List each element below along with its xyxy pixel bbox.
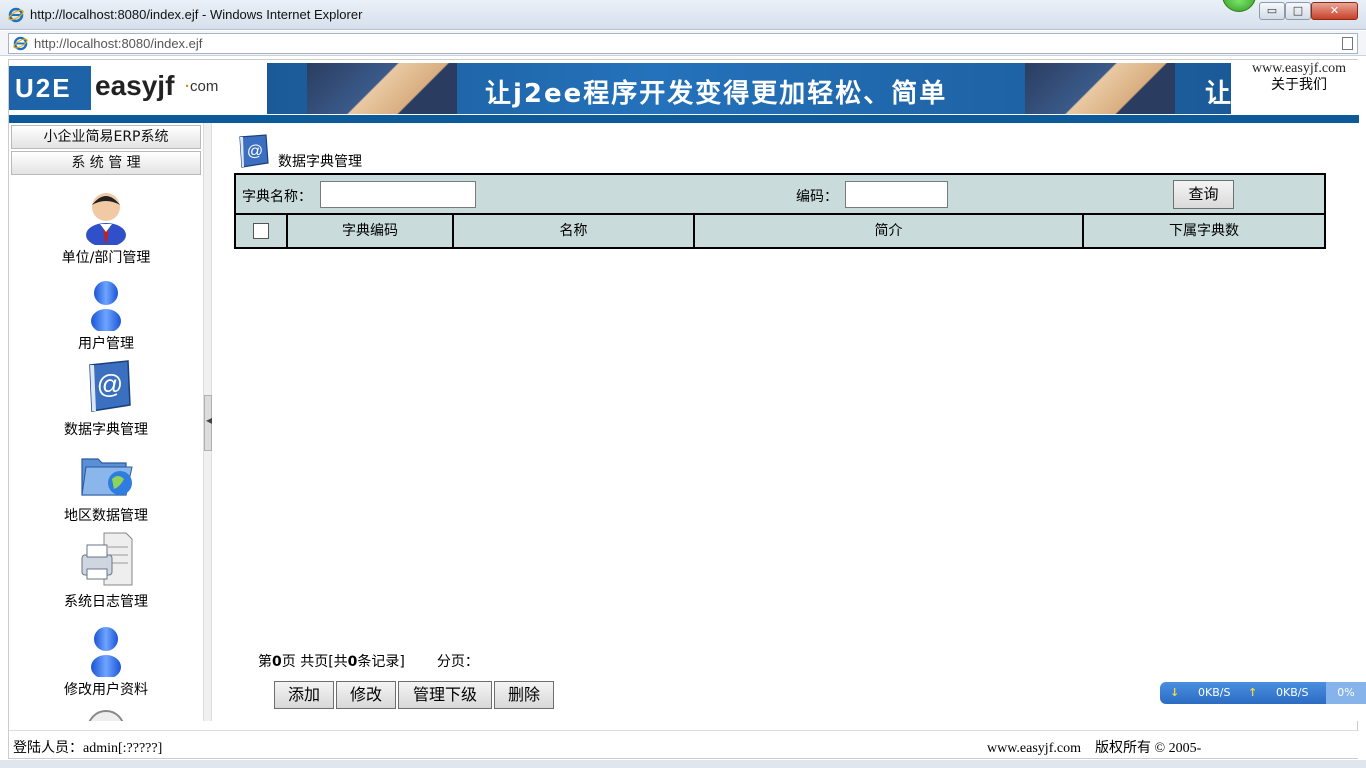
handshake-image bbox=[1025, 63, 1175, 114]
sidebar: 小企业简易ERP系统 系 统 管 理 单位/部门管理 用户管理 @ 数据字典管理… bbox=[9, 123, 203, 721]
sidebar-item-label: 用户管理 bbox=[78, 336, 134, 352]
header-rule bbox=[9, 115, 1359, 123]
address-book-icon: @ bbox=[239, 134, 269, 168]
collapse-handle[interactable]: ◀ bbox=[204, 395, 212, 451]
sidebar-item-label: 系统日志管理 bbox=[64, 594, 148, 610]
search-form: 字典名称： 编码： 查询 bbox=[236, 175, 1324, 215]
column-header-children[interactable]: 下属字典数 bbox=[1084, 215, 1324, 247]
handshake-image bbox=[307, 63, 457, 114]
column-header-intro[interactable]: 简介 bbox=[695, 215, 1084, 247]
page-icon[interactable] bbox=[1342, 37, 1353, 50]
column-header-code[interactable]: 字典编码 bbox=[288, 215, 454, 247]
footer: 登陆人员：admin[:?????] www.easyjf.com 版权所有 ©… bbox=[9, 730, 1359, 758]
dict-name-input[interactable] bbox=[320, 181, 476, 208]
svg-text:@: @ bbox=[247, 143, 263, 160]
table-header: 字典编码 名称 简介 下属字典数 bbox=[236, 215, 1324, 247]
pager-records-suffix: 条记录] bbox=[357, 654, 405, 670]
download-speed: 0KB/S bbox=[1198, 686, 1231, 699]
about-us-link[interactable]: 关于我们 bbox=[1239, 77, 1359, 94]
logo-mark: U2E bbox=[9, 66, 91, 110]
tab-erp-system[interactable]: 小企业简易ERP系统 bbox=[11, 125, 201, 149]
query-button[interactable]: 查询 bbox=[1173, 180, 1234, 209]
pager-total: 页 共页[共 bbox=[281, 654, 348, 670]
status-orb-icon bbox=[1222, 0, 1256, 12]
window-titlebar: http://localhost:8080/index.ejf - Window… bbox=[0, 0, 1366, 30]
sidebar-item-syslog[interactable]: 系统日志管理 bbox=[9, 529, 203, 611]
printer-document-icon bbox=[81, 532, 133, 586]
svg-text:@: @ bbox=[97, 369, 123, 399]
pager-records: 0 bbox=[347, 654, 358, 670]
dict-name-label: 字典名称： bbox=[242, 189, 312, 205]
logged-in-user: 登陆人员：admin[:?????] bbox=[13, 741, 163, 756]
footer-site-link[interactable]: www.easyjf.com bbox=[987, 741, 1081, 756]
user-person-icon bbox=[91, 281, 121, 333]
upload-speed: 0KB/S bbox=[1276, 686, 1309, 699]
upload-arrow-icon: ↑ bbox=[1248, 686, 1258, 699]
action-bar: 添加 修改 管理下级 删除 bbox=[274, 681, 556, 709]
download-arrow-icon: ↓ bbox=[1170, 686, 1180, 699]
maximize-button[interactable]: □ bbox=[1285, 2, 1311, 20]
sidebar-item-region[interactable]: 地区数据管理 bbox=[9, 443, 203, 525]
pager-prefix: 第 bbox=[258, 654, 272, 670]
code-label: 编码： bbox=[796, 189, 838, 205]
logo-suffix: ·com bbox=[185, 78, 218, 95]
clock-icon bbox=[88, 710, 124, 721]
sidebar-item-dictionary[interactable]: @ 数据字典管理 bbox=[9, 357, 203, 439]
sidebar-item-label: 地区数据管理 bbox=[64, 508, 148, 524]
pager-paging-label: 分页： bbox=[436, 654, 479, 670]
user-person-icon bbox=[91, 627, 121, 679]
app-header: U2E easyjf ·com 让j2ee程序开发变得更加轻松、简单 让 www… bbox=[9, 60, 1359, 123]
code-input[interactable] bbox=[845, 181, 948, 208]
url-text: http://localhost:8080/index.ejf bbox=[34, 36, 203, 51]
select-all-checkbox[interactable] bbox=[253, 223, 269, 239]
minimize-icon: ▭ bbox=[1266, 4, 1278, 17]
banner-slogan-repeat: 让 bbox=[1205, 79, 1231, 109]
banner-slogan: 让j2ee程序开发变得更加轻松、简单 bbox=[485, 79, 948, 109]
copyright-text: 版权所有 © 2005- bbox=[1094, 741, 1202, 756]
pagination: 第0页 共页[共0条记录] 分页： bbox=[258, 651, 479, 671]
main-content: @ 数据字典管理 字典名称： 编码： 查询 字典编码 名称 简介 下属字典数 第… bbox=[212, 123, 1359, 721]
network-speed-widget[interactable]: ↓ 0KB/S ↑ 0KB/S 0% bbox=[1160, 682, 1366, 704]
sidebar-item-profile[interactable]: 修改用户资料 bbox=[9, 617, 203, 699]
internet-explorer-icon bbox=[13, 36, 28, 51]
internet-explorer-icon bbox=[8, 7, 24, 23]
tab-system-management[interactable]: 系 统 管 理 bbox=[11, 151, 201, 175]
sidebar-splitter[interactable]: ◀ bbox=[203, 123, 212, 721]
close-button[interactable]: ✕ bbox=[1311, 2, 1358, 20]
sidebar-item-users[interactable]: 用户管理 bbox=[9, 271, 203, 353]
logo-brand: easyjf bbox=[95, 70, 175, 101]
page-title: 数据字典管理 bbox=[278, 154, 362, 170]
dictionary-table: 字典名称： 编码： 查询 字典编码 名称 简介 下属字典数 bbox=[234, 173, 1326, 249]
edit-button[interactable]: 修改 bbox=[336, 681, 396, 709]
close-icon: ✕ bbox=[1329, 4, 1340, 17]
sidebar-item-label: 修改用户资料 bbox=[64, 682, 148, 698]
app-frame: U2E easyjf ·com 让j2ee程序开发变得更加轻松、简单 让 www… bbox=[8, 59, 1359, 759]
usage-percent: 0% bbox=[1326, 682, 1366, 704]
select-all-cell bbox=[236, 215, 288, 247]
add-button[interactable]: 添加 bbox=[274, 681, 334, 709]
address-book-icon: @ bbox=[89, 360, 131, 412]
header-links: www.easyjf.com 关于我们 bbox=[1239, 60, 1359, 94]
manager-person-icon bbox=[86, 193, 126, 247]
sidebar-item-label: 单位/部门管理 bbox=[61, 250, 151, 266]
sidebar-item-department[interactable]: 单位/部门管理 bbox=[9, 185, 203, 267]
easyjf-logo[interactable]: U2E easyjf ·com bbox=[9, 64, 249, 112]
maximize-icon: □ bbox=[1292, 4, 1304, 17]
banner: 让j2ee程序开发变得更加轻松、简单 让 bbox=[267, 63, 1231, 114]
address-bar: http://localhost:8080/index.ejf bbox=[0, 31, 1366, 56]
pager-page: 0 bbox=[272, 654, 282, 670]
minimize-button[interactable]: ▭ bbox=[1259, 2, 1285, 20]
column-header-name[interactable]: 名称 bbox=[454, 215, 695, 247]
sidebar-item-label: 数据字典管理 bbox=[64, 422, 148, 438]
site-link[interactable]: www.easyjf.com bbox=[1239, 60, 1359, 77]
copyright: www.easyjf.com 版权所有 © 2005- bbox=[987, 737, 1201, 757]
folder-globe-icon bbox=[81, 458, 133, 496]
window-bottom-edge bbox=[0, 760, 1366, 768]
window-title: http://localhost:8080/index.ejf - Window… bbox=[30, 7, 363, 22]
delete-button[interactable]: 删除 bbox=[494, 681, 554, 709]
manage-children-button[interactable]: 管理下级 bbox=[398, 681, 492, 709]
url-field[interactable]: http://localhost:8080/index.ejf bbox=[8, 33, 1358, 54]
logo-suffix-text: com bbox=[190, 78, 219, 95]
